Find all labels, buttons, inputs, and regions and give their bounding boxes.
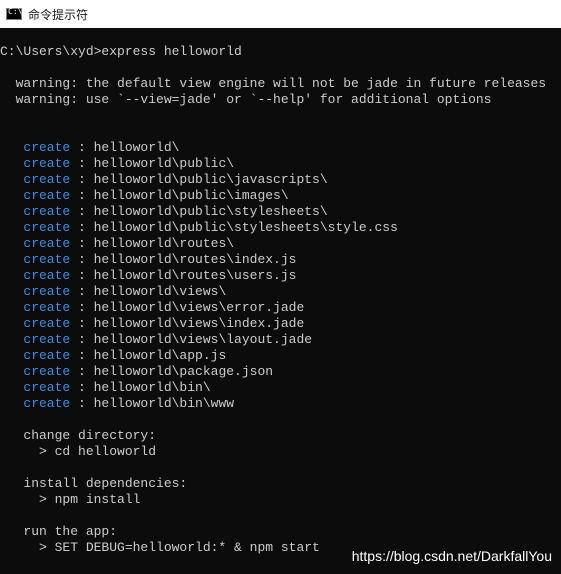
create-path: : helloworld\routes\index.js	[70, 252, 297, 267]
create-keyword: create	[23, 172, 71, 187]
create-path: : helloworld\views\error.jade	[70, 300, 305, 315]
create-path: : helloworld\views\	[70, 284, 227, 299]
create-path: : helloworld\routes\	[70, 236, 235, 251]
run-label: run the app:	[0, 524, 118, 539]
create-line: create : helloworld\public\javascripts\	[0, 172, 328, 188]
create-path: : helloworld\package.json	[70, 364, 274, 379]
install-label: install dependencies:	[0, 476, 188, 491]
warning-line: warning: use `--view=jade' or `--help' f…	[0, 92, 492, 107]
create-keyword: create	[23, 236, 71, 251]
create-path: : helloworld\views\layout.jade	[70, 332, 313, 347]
title-bar[interactable]: C:\. 命令提示符	[0, 0, 561, 28]
create-keyword: create	[23, 252, 71, 267]
create-keyword: create	[23, 300, 71, 315]
create-keyword: create	[23, 380, 71, 395]
create-keyword: create	[23, 348, 71, 363]
create-keyword: create	[23, 364, 71, 379]
create-path: : helloworld\public\	[70, 156, 235, 171]
cmd-icon: C:\.	[6, 7, 27, 20]
create-path: : helloworld\public\javascripts\	[70, 172, 328, 187]
warning-line: warning: the default view engine will no…	[0, 76, 547, 91]
change-directory-label: change directory:	[0, 428, 157, 443]
change-directory-command: > cd helloworld	[0, 444, 157, 459]
create-path: : helloworld\bin\	[70, 380, 211, 395]
create-keyword: create	[23, 316, 71, 331]
create-keyword: create	[23, 332, 71, 347]
create-line: create : helloworld\views\layout.jade	[0, 332, 312, 348]
create-path: : helloworld\public\stylesheets\style.cs…	[70, 220, 398, 235]
create-path: : helloworld\views\index.jade	[70, 316, 305, 331]
create-keyword: create	[23, 396, 71, 411]
create-line: create : helloworld\bin\	[0, 380, 211, 396]
create-line: create : helloworld\public\stylesheets\s…	[0, 220, 398, 236]
cmd-icon-glyph: C:\.	[8, 7, 28, 16]
create-path: : helloworld\routes\users.js	[70, 268, 297, 283]
create-line: create : helloworld\public\stylesheets\	[0, 204, 328, 220]
create-line: create : helloworld\views\index.jade	[0, 316, 304, 332]
create-keyword: create	[23, 156, 71, 171]
create-keyword: create	[23, 188, 71, 203]
create-line: create : helloworld\package.json	[0, 364, 273, 380]
create-keyword: create	[23, 268, 71, 283]
command-line: C:\Users\xyd>express helloworld	[0, 44, 242, 59]
create-keyword: create	[23, 204, 71, 219]
create-line: create : helloworld\routes\users.js	[0, 268, 296, 284]
window-title: 命令提示符	[28, 7, 89, 22]
create-line: create : helloworld\views\error.jade	[0, 300, 304, 316]
console-output[interactable]: C:\Users\xyd>express helloworld warning:…	[0, 28, 561, 574]
cmd-window: C:\. 命令提示符 C:\Users\xyd>express hellowor…	[0, 0, 561, 574]
create-line: create : helloworld\app.js	[0, 348, 226, 364]
create-line: create : helloworld\routes\	[0, 236, 234, 252]
create-line: create : helloworld\bin\www	[0, 396, 234, 412]
create-line: create : helloworld\public\	[0, 156, 234, 172]
create-path: : helloworld\public\images\	[70, 188, 289, 203]
create-path: : helloworld\bin\www	[70, 396, 235, 411]
create-keyword: create	[23, 140, 71, 155]
watermark: https://blog.csdn.net/DarkfallYou	[351, 548, 552, 564]
install-command: > npm install	[0, 492, 141, 507]
run-command: > SET DEBUG=helloworld:* & npm start	[0, 540, 320, 555]
create-line: create : helloworld\public\images\	[0, 188, 289, 204]
create-line: create : helloworld\views\	[0, 284, 226, 300]
create-line: create : helloworld\	[0, 140, 179, 156]
create-path: : helloworld\app.js	[70, 348, 227, 363]
create-line: create : helloworld\routes\index.js	[0, 252, 296, 268]
create-path: : helloworld\	[70, 140, 180, 155]
create-keyword: create	[23, 220, 71, 235]
create-path: : helloworld\public\stylesheets\	[70, 204, 328, 219]
create-keyword: create	[23, 284, 71, 299]
